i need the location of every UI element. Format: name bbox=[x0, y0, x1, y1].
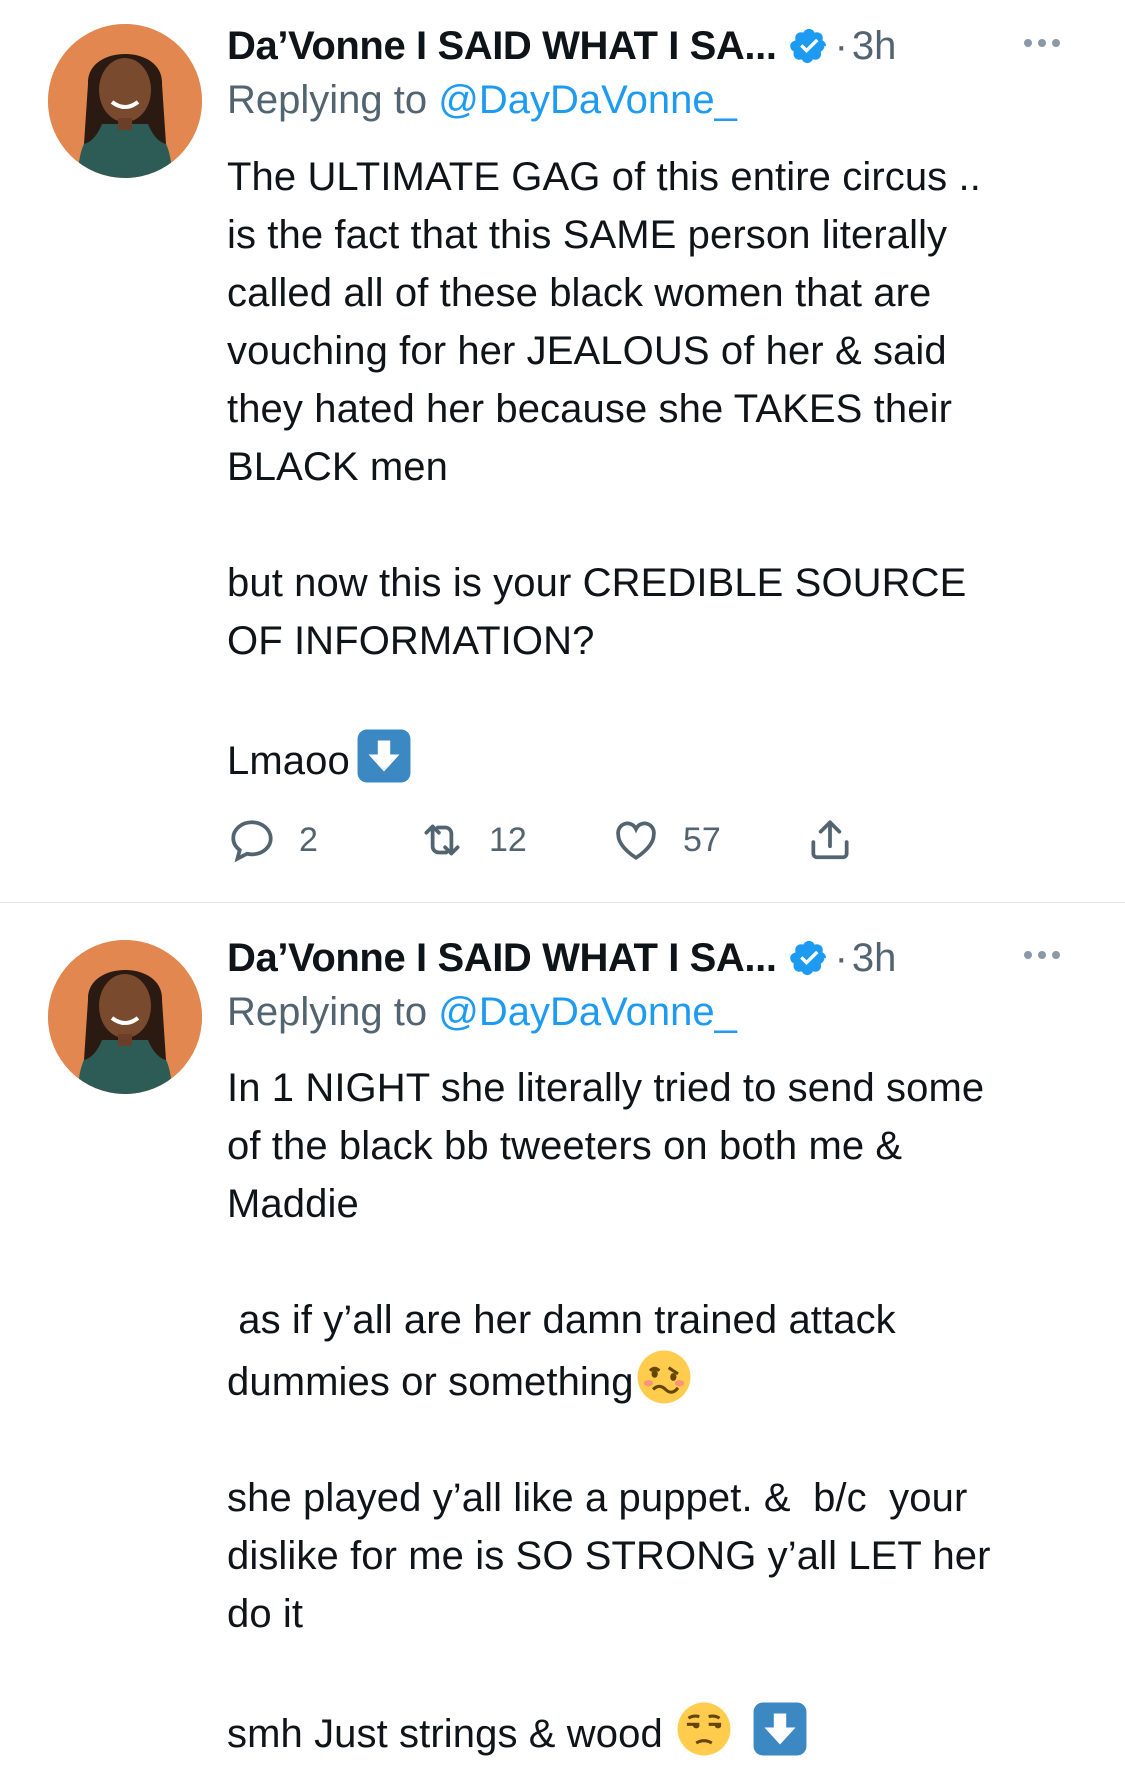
tweet-header: Da’Vonne I SAID WHAT I SA... · 3h bbox=[227, 930, 1077, 986]
like-icon bbox=[616, 821, 656, 860]
author-name[interactable]: Da’Vonne I SAID WHAT I SA... bbox=[227, 936, 777, 981]
avatar[interactable] bbox=[48, 24, 202, 178]
tweet[interactable]: Da’Vonne I SAID WHAT I SA... · 3h Replyi… bbox=[0, 903, 1125, 1769]
reply-button[interactable]: 2 bbox=[227, 812, 318, 868]
share-icon bbox=[811, 820, 849, 860]
tweet-actions: 2 12 57 bbox=[227, 812, 947, 868]
separator: · bbox=[834, 23, 848, 68]
timestamp[interactable]: 3h bbox=[852, 936, 897, 981]
replying-to: Replying to @DayDaVonne_ bbox=[227, 990, 737, 1035]
tweet-text-part-1: In 1 NIGHT she literally tried to send s… bbox=[227, 1066, 985, 1404]
down-arrow-emoji-icon bbox=[357, 729, 411, 783]
more-icon[interactable] bbox=[1024, 30, 1072, 56]
reply-count: 2 bbox=[299, 820, 318, 859]
tweet-text: In 1 NIGHT she literally tried to send s… bbox=[227, 1059, 1107, 1763]
replying-label: Replying to bbox=[227, 990, 439, 1034]
like-button[interactable]: 57 bbox=[611, 812, 721, 868]
reply-icon bbox=[231, 820, 273, 863]
unamused-face-emoji-icon bbox=[677, 1702, 731, 1756]
retweet-icon bbox=[424, 824, 460, 856]
tweet[interactable]: Da’Vonne I SAID WHAT I SA... · 3h Replyi… bbox=[0, 0, 1125, 902]
timestamp[interactable]: 3h bbox=[852, 24, 897, 69]
more-icon[interactable] bbox=[1024, 942, 1072, 968]
like-count: 57 bbox=[683, 820, 721, 859]
replying-handle-link[interactable]: @DayDaVonne_ bbox=[438, 78, 737, 122]
verified-badge-icon bbox=[789, 28, 826, 64]
tweet-header: Da’Vonne I SAID WHAT I SA... · 3h bbox=[227, 18, 1077, 74]
tweet-text-part-2: she played y’all like a puppet. & b/c yo… bbox=[227, 1476, 991, 1756]
woozy-face-emoji-icon bbox=[637, 1350, 691, 1404]
share-button[interactable] bbox=[805, 812, 855, 868]
avatar[interactable] bbox=[48, 940, 202, 1094]
retweet-count: 12 bbox=[489, 820, 527, 859]
replying-handle-link[interactable]: @DayDaVonne_ bbox=[438, 990, 737, 1034]
separator: · bbox=[834, 935, 848, 980]
tweet-text-content: The ULTIMATE GAG of this entire circus .… bbox=[227, 155, 981, 783]
down-arrow-emoji-icon bbox=[753, 1702, 807, 1756]
author-name[interactable]: Da’Vonne I SAID WHAT I SA... bbox=[227, 24, 777, 69]
verified-badge-icon bbox=[789, 940, 826, 976]
replying-label: Replying to bbox=[227, 78, 439, 122]
retweet-button[interactable]: 12 bbox=[417, 812, 527, 868]
replying-to: Replying to @DayDaVonne_ bbox=[227, 78, 737, 123]
tweet-text: The ULTIMATE GAG of this entire circus .… bbox=[227, 148, 1107, 790]
